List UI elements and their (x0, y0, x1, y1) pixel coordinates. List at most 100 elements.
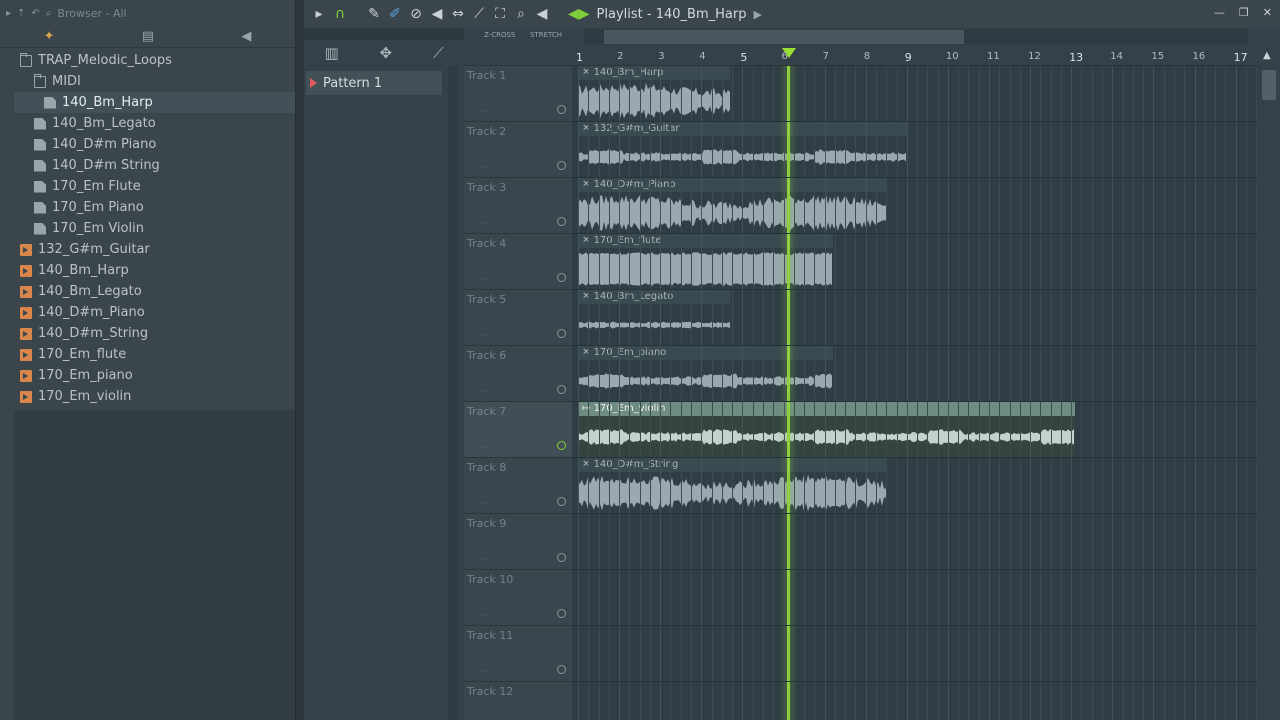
track-handle-icon[interactable]: ⋯ (480, 611, 489, 621)
track-header[interactable]: Track 3 ⋯ (464, 178, 572, 234)
track-handle-icon[interactable]: ⋯ (480, 499, 489, 509)
track-header[interactable]: Track 1 ⋯ (464, 66, 572, 122)
audio-clip[interactable]: ✕ 140_Bm_Harp (578, 66, 731, 122)
document-icon[interactable]: ▤ (142, 29, 154, 44)
audio-clip[interactable]: ↦ 170_Em_violin (578, 402, 1076, 458)
track-mute-icon[interactable] (557, 609, 566, 618)
playlist-grid[interactable]: ✕ 140_Bm_Harp✕ 132_G#m_Guitar✕ 140_D#m_P… (572, 66, 1258, 720)
track-header[interactable]: Track 7 ⋯ (464, 402, 572, 458)
clip-body[interactable] (578, 80, 730, 122)
track-header[interactable]: Track 12⋯ (464, 682, 572, 720)
browser-item[interactable]: 140_Bm_Legato (14, 281, 295, 302)
track-mute-icon[interactable] (557, 497, 566, 506)
arrow-up-icon[interactable]: ⇡ (17, 8, 25, 19)
horizontal-scrollbar[interactable] (584, 29, 1248, 45)
playback-icon[interactable]: ◀ (535, 6, 549, 22)
pattern-item[interactable]: Pattern 1 (306, 71, 442, 95)
automation-icon[interactable]: ⟋ (433, 44, 444, 62)
panel-splitter[interactable] (296, 0, 304, 720)
track-handle-icon[interactable]: ⋯ (480, 275, 489, 285)
browser-item[interactable]: 170_Em_flute (14, 344, 295, 365)
audio-wave-icon[interactable]: ✥ (380, 44, 393, 62)
track-handle-icon[interactable]: ⋯ (480, 667, 489, 677)
track-divider (572, 177, 1258, 178)
clip-header[interactable]: ↦ 170_Em_violin (578, 402, 1076, 416)
browser-item[interactable]: 170_Em Violin (14, 218, 295, 239)
browser-item[interactable]: 140_D#m_String (14, 323, 295, 344)
close-icon[interactable]: ✕ (1263, 6, 1272, 19)
track-handle-icon[interactable]: ⋯ (480, 163, 489, 173)
browser-item[interactable]: 170_Em_violin (14, 386, 295, 407)
browser-item[interactable]: 170_Em Piano (14, 197, 295, 218)
title-arrow-icon[interactable]: ◀▶ (568, 6, 590, 22)
minimize-icon[interactable]: — (1214, 6, 1225, 19)
track-mute-icon[interactable] (557, 553, 566, 562)
chevron-right-icon[interactable]: ▶ (753, 8, 761, 21)
pencil-icon[interactable]: ✎ (367, 6, 381, 22)
stretch-label[interactable]: STRETCH (530, 31, 562, 39)
scroll-up-icon[interactable]: ▲ (1263, 50, 1271, 61)
speaker-icon[interactable]: ◀ (241, 29, 251, 44)
browser-item[interactable]: 140_D#m Piano (14, 134, 295, 155)
track-header[interactable]: Track 5 ⋯ (464, 290, 572, 346)
zcross-label[interactable]: Z-CROSS (484, 31, 515, 39)
vertical-scroll-thumb[interactable] (1262, 70, 1276, 100)
track-mute-icon[interactable] (557, 217, 566, 226)
browser-item[interactable]: 170_Em_piano (14, 365, 295, 386)
select-icon[interactable]: ⛶ (493, 6, 507, 22)
track-mute-icon[interactable] (557, 665, 566, 674)
track-mute-icon[interactable] (557, 273, 566, 282)
track-mute-icon[interactable] (557, 161, 566, 170)
browser-item[interactable]: 140_Bm_Harp (14, 92, 295, 113)
track-mute-icon[interactable] (557, 105, 566, 114)
track-header[interactable]: Track 4 ⋯ (464, 234, 572, 290)
browser-item[interactable]: 140_Bm_Harp (14, 260, 295, 281)
track-mute-icon[interactable] (557, 441, 566, 450)
track-mute-icon[interactable] (557, 385, 566, 394)
slip-icon[interactable]: ⇔ (451, 6, 465, 22)
audio-clip[interactable]: ✕ 140_Bm_Legato (578, 290, 731, 346)
zoom-icon[interactable]: ⌕ (514, 6, 528, 22)
snap-icon[interactable]: ✦ (44, 29, 55, 44)
browser-item[interactable]: 140_Bm_Legato (14, 113, 295, 134)
search-icon[interactable]: ⌕ (46, 8, 52, 19)
restore-icon[interactable]: ❐ (1239, 6, 1249, 19)
delete-icon[interactable]: ⊘ (409, 6, 423, 22)
vertical-scrollbar[interactable]: ▲ (1258, 46, 1280, 720)
brush-icon[interactable]: ✐ (388, 6, 402, 22)
browser-item[interactable]: 132_G#m_Guitar (14, 239, 295, 260)
browser-item[interactable]: TRAP_Melodic_Loops (14, 50, 295, 71)
slice-icon[interactable]: ⟋ (472, 6, 486, 22)
clip-header[interactable]: ✕ 140_Bm_Harp (578, 66, 731, 80)
timeline-ruler[interactable]: 1 2 3 4 5 6 7 8 9 10 11 12 13 14 15 16 17 (464, 46, 1258, 66)
undo-icon[interactable]: ↶ (31, 8, 39, 19)
arrow-right-icon[interactable]: ▸ (6, 8, 11, 19)
play-arrow-icon[interactable]: ▸ (312, 6, 326, 22)
piano-icon[interactable]: ▥ (324, 44, 338, 62)
browser-item[interactable]: 140_D#m String (14, 155, 295, 176)
clip-body[interactable] (578, 416, 1076, 458)
track-header[interactable]: Track 2 ⋯ (464, 122, 572, 178)
track-mute-icon[interactable] (557, 329, 566, 338)
browser-item[interactable]: 170_Em Flute (14, 176, 295, 197)
track-header[interactable]: Track 10 ⋯ (464, 570, 572, 626)
grid-line (578, 66, 579, 720)
browser-item[interactable]: MIDI (14, 71, 295, 92)
mute-icon[interactable]: ◀ (430, 6, 444, 22)
track-handle-icon[interactable]: ⋯ (480, 331, 489, 341)
picker-scrollbar[interactable] (448, 66, 458, 720)
track-header[interactable]: Track 6 ⋯ (464, 346, 572, 402)
clip-body[interactable] (578, 304, 730, 346)
track-handle-icon[interactable]: ⋯ (480, 387, 489, 397)
magnet-icon[interactable]: ∩ (333, 6, 347, 22)
browser-item[interactable]: 140_D#m_Piano (14, 302, 295, 323)
track-header[interactable]: Track 11 ⋯ (464, 626, 572, 682)
horizontal-scroll-thumb[interactable] (604, 30, 964, 44)
clip-header[interactable]: ✕ 140_Bm_Legato (578, 290, 731, 304)
track-handle-icon[interactable]: ⋯ (480, 443, 489, 453)
track-header[interactable]: Track 8 ⋯ (464, 458, 572, 514)
track-handle-icon[interactable]: ⋯ (480, 555, 489, 565)
track-header[interactable]: Track 9 ⋯ (464, 514, 572, 570)
track-handle-icon[interactable]: ⋯ (480, 219, 489, 229)
track-handle-icon[interactable]: ⋯ (480, 107, 489, 117)
